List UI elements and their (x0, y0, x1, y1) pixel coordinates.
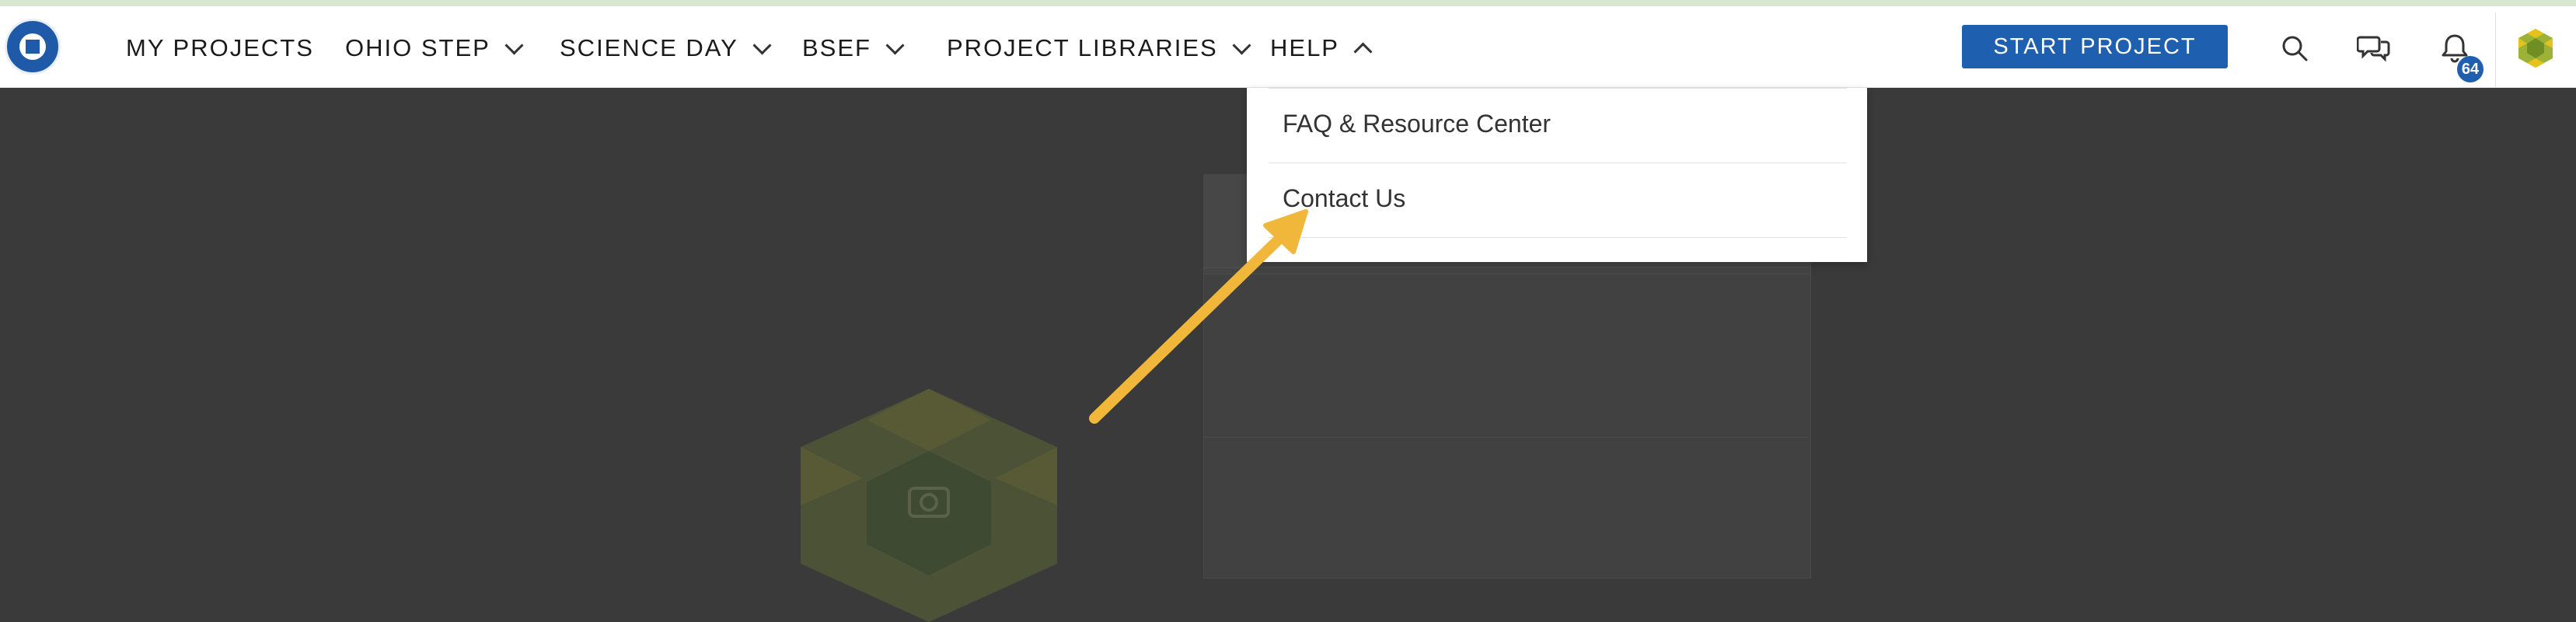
nav-my-projects[interactable]: MY PROJECTS (126, 34, 314, 62)
help-dropdown-menu: FAQ & Resource Center Contact Us (1247, 88, 1867, 262)
profile-photo-dimmed (801, 389, 1057, 622)
dropdown-divider (1269, 162, 1847, 163)
ohio-academy-logo[interactable] (5, 19, 61, 75)
nav-project-libraries-label: PROJECT LIBRARIES (947, 34, 1218, 61)
dropdown-divider (1269, 237, 1847, 238)
nav-help-label: HELP (1270, 34, 1339, 61)
nav-project-libraries[interactable]: PROJECT LIBRARIES (947, 34, 1251, 62)
chevron-down-icon (1232, 35, 1251, 55)
chevron-down-icon (504, 35, 524, 55)
user-avatar[interactable] (2514, 26, 2557, 70)
nav-science-day-label: SCIENCE DAY (560, 34, 738, 61)
nav-bsef[interactable]: BSEF (802, 34, 905, 62)
start-project-button[interactable]: START PROJECT (1962, 25, 2228, 68)
bio-editor-dimmed (1203, 274, 1811, 578)
chevron-up-icon (1353, 41, 1373, 61)
nav-help[interactable]: HELP (1270, 34, 1373, 62)
logo-emblem (26, 40, 40, 54)
nav-science-day[interactable]: SCIENCE DAY (560, 34, 772, 62)
dropdown-divider (1269, 88, 1847, 89)
chat-bubbles-icon[interactable] (2354, 28, 2394, 68)
top-navbar: MY PROJECTS OHIO STEP SCIENCE DAY BSEF P… (0, 6, 2576, 93)
nav-ohio-step[interactable]: OHIO STEP (345, 34, 524, 62)
chevron-down-icon (885, 35, 905, 55)
nav-bsef-label: BSEF (802, 34, 871, 61)
top-accent-strip (0, 0, 2576, 6)
search-icon[interactable] (2274, 28, 2315, 68)
menu-item-faq-resource-center[interactable]: FAQ & Resource Center (1283, 110, 1551, 138)
editor-divider-dimmed (1203, 437, 1810, 438)
menu-item-contact-us[interactable]: Contact Us (1283, 184, 1405, 213)
nav-my-projects-label: MY PROJECTS (126, 34, 314, 61)
nav-divider (2495, 12, 2496, 93)
nav-ohio-step-label: OHIO STEP (345, 34, 490, 61)
notification-count-badge: 64 (2457, 56, 2484, 82)
chevron-down-icon (752, 35, 772, 55)
